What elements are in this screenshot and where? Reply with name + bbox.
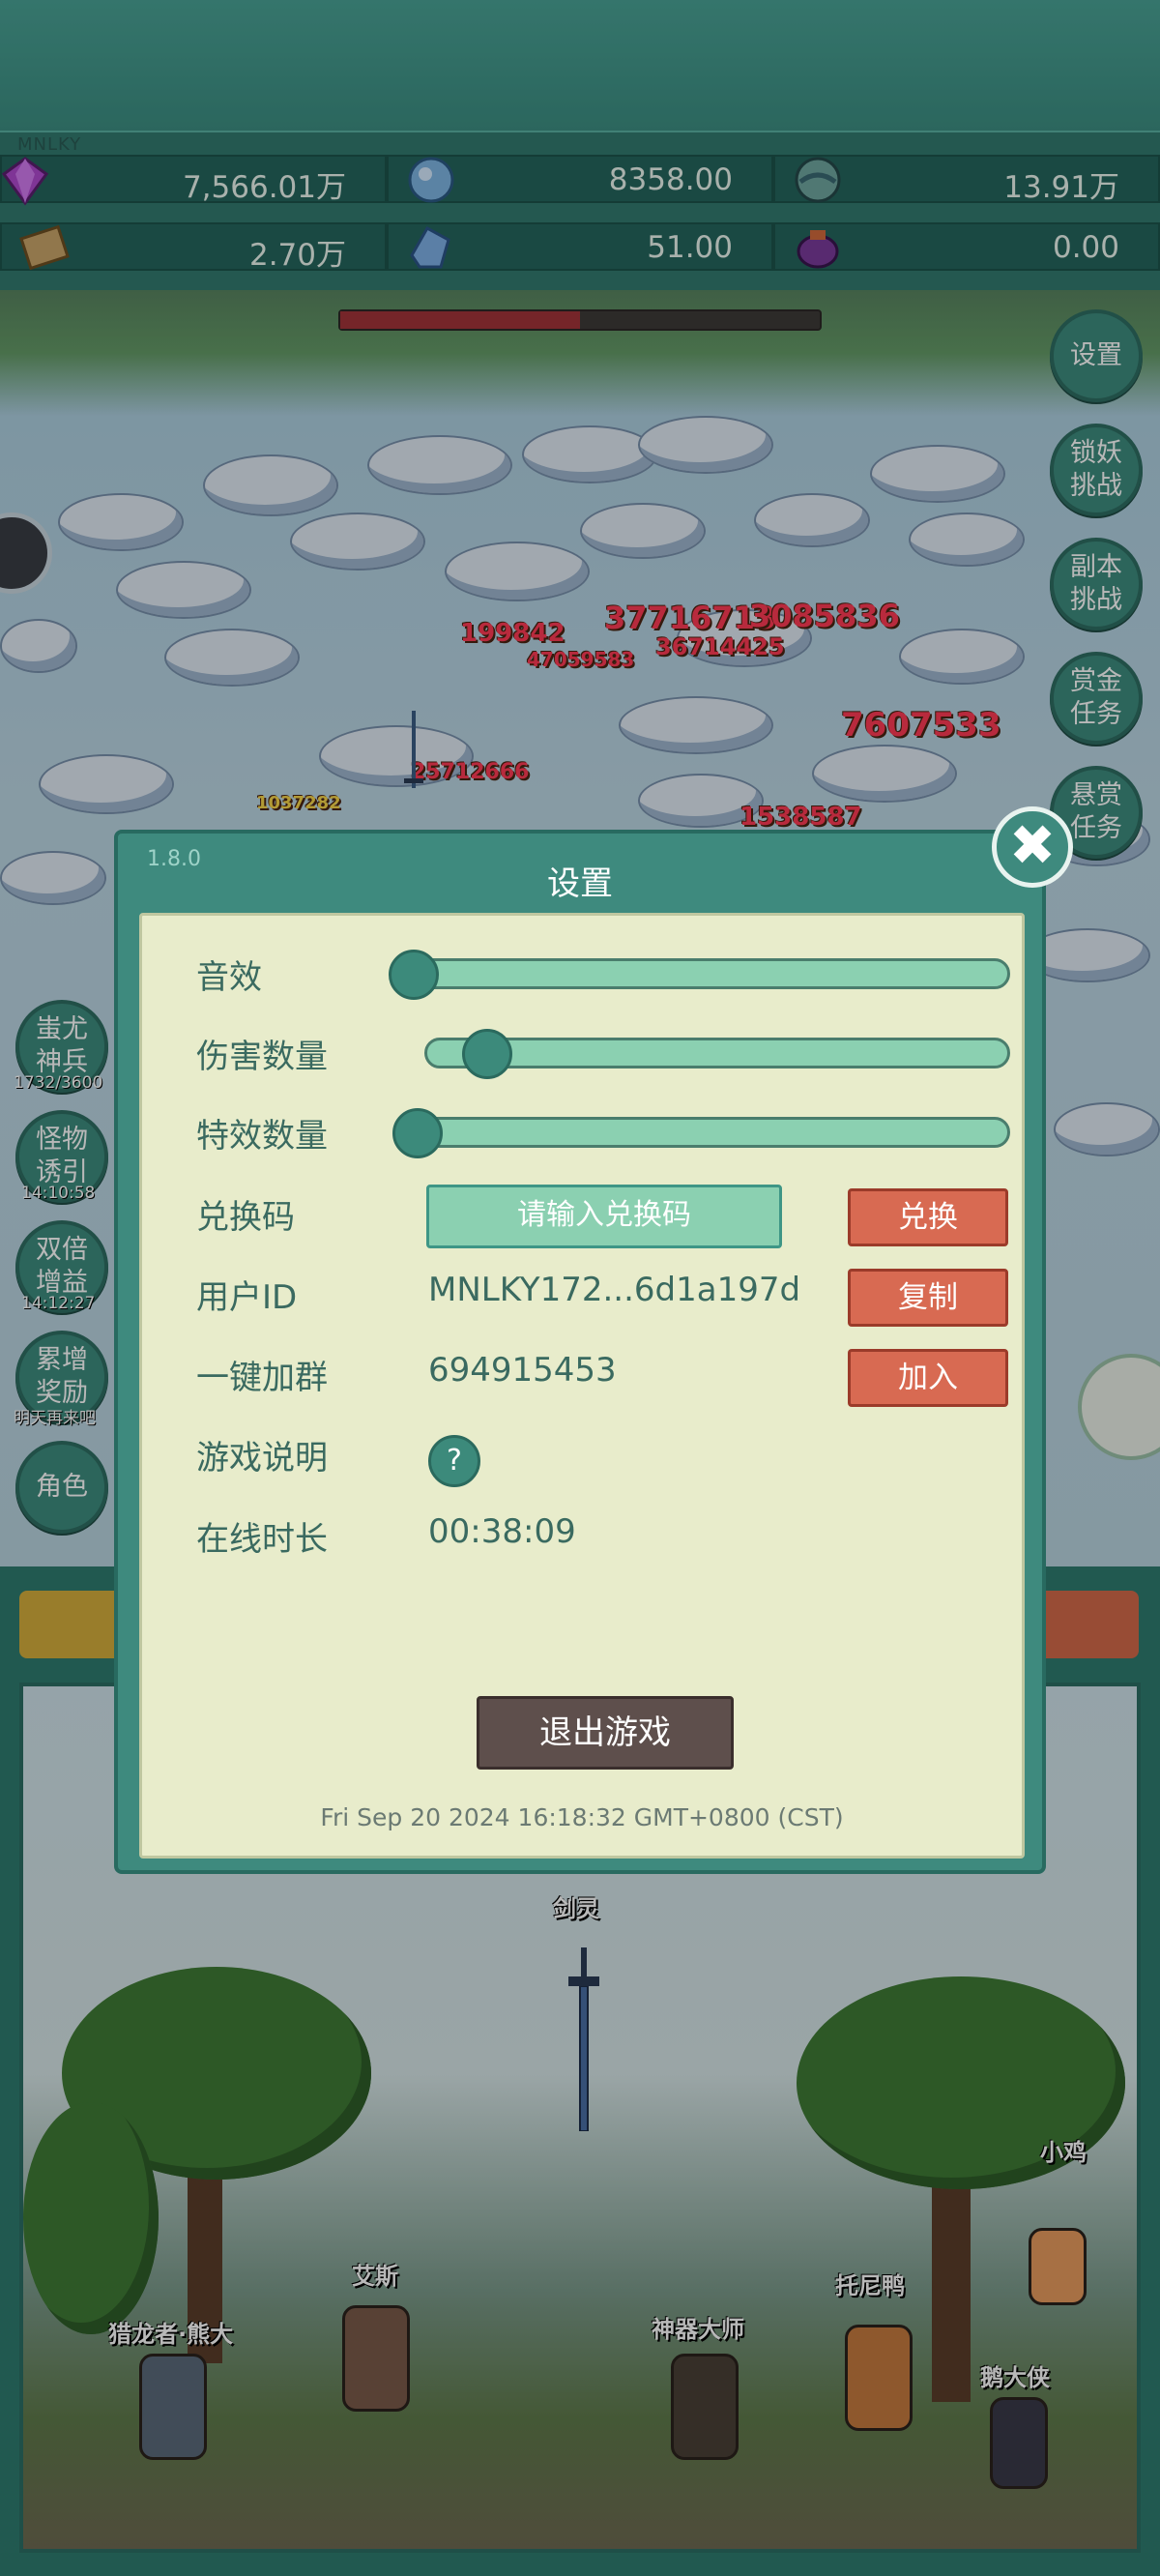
- sound-slider[interactable]: [389, 950, 1010, 1000]
- sound-label: 音效: [196, 958, 262, 997]
- damage-count-slider[interactable]: [424, 1029, 1010, 1079]
- join-button[interactable]: 加入: [848, 1349, 1008, 1407]
- copy-button[interactable]: 复制: [848, 1269, 1008, 1327]
- close-icon[interactable]: ✖: [992, 806, 1073, 888]
- effect-count-slider-knob[interactable]: [392, 1108, 443, 1158]
- join-group-label: 一键加群: [196, 1359, 328, 1397]
- game-guide-label: 游戏说明: [196, 1439, 328, 1478]
- redeem-code-input[interactable]: 请输入兑换码: [426, 1185, 782, 1248]
- group-number-value: 694915453: [428, 1351, 617, 1390]
- settings-dialog: 1.8.0 设置 音效 伤害数量 特效数量 兑换码 请输入兑换码 兑换 用户ID…: [114, 830, 1046, 1874]
- exit-game-button[interactable]: 退出游戏: [477, 1696, 734, 1770]
- damage-count-slider-knob[interactable]: [462, 1029, 512, 1079]
- redeem-button[interactable]: 兑换: [848, 1188, 1008, 1246]
- help-icon[interactable]: ?: [428, 1435, 480, 1487]
- date-time: Fri Sep 20 2024 16:18:32 GMT+0800 (CST): [320, 1803, 844, 1831]
- settings-panel: 音效 伤害数量 特效数量 兑换码 请输入兑换码 兑换 用户ID MNLKY172…: [139, 913, 1025, 1859]
- dialog-title: 设置: [547, 864, 613, 903]
- online-time-label: 在线时长: [196, 1520, 328, 1559]
- online-time-value: 00:38:09: [428, 1512, 576, 1551]
- damage-count-label: 伤害数量: [196, 1038, 328, 1076]
- user-id-value: MNLKY172...6d1a197d: [428, 1271, 801, 1309]
- effect-count-slider[interactable]: [392, 1108, 1010, 1158]
- sound-slider-knob[interactable]: [389, 950, 439, 1000]
- redeem-code-label: 兑换码: [196, 1198, 295, 1237]
- effect-count-label: 特效数量: [196, 1117, 328, 1156]
- user-id-label: 用户ID: [196, 1278, 298, 1317]
